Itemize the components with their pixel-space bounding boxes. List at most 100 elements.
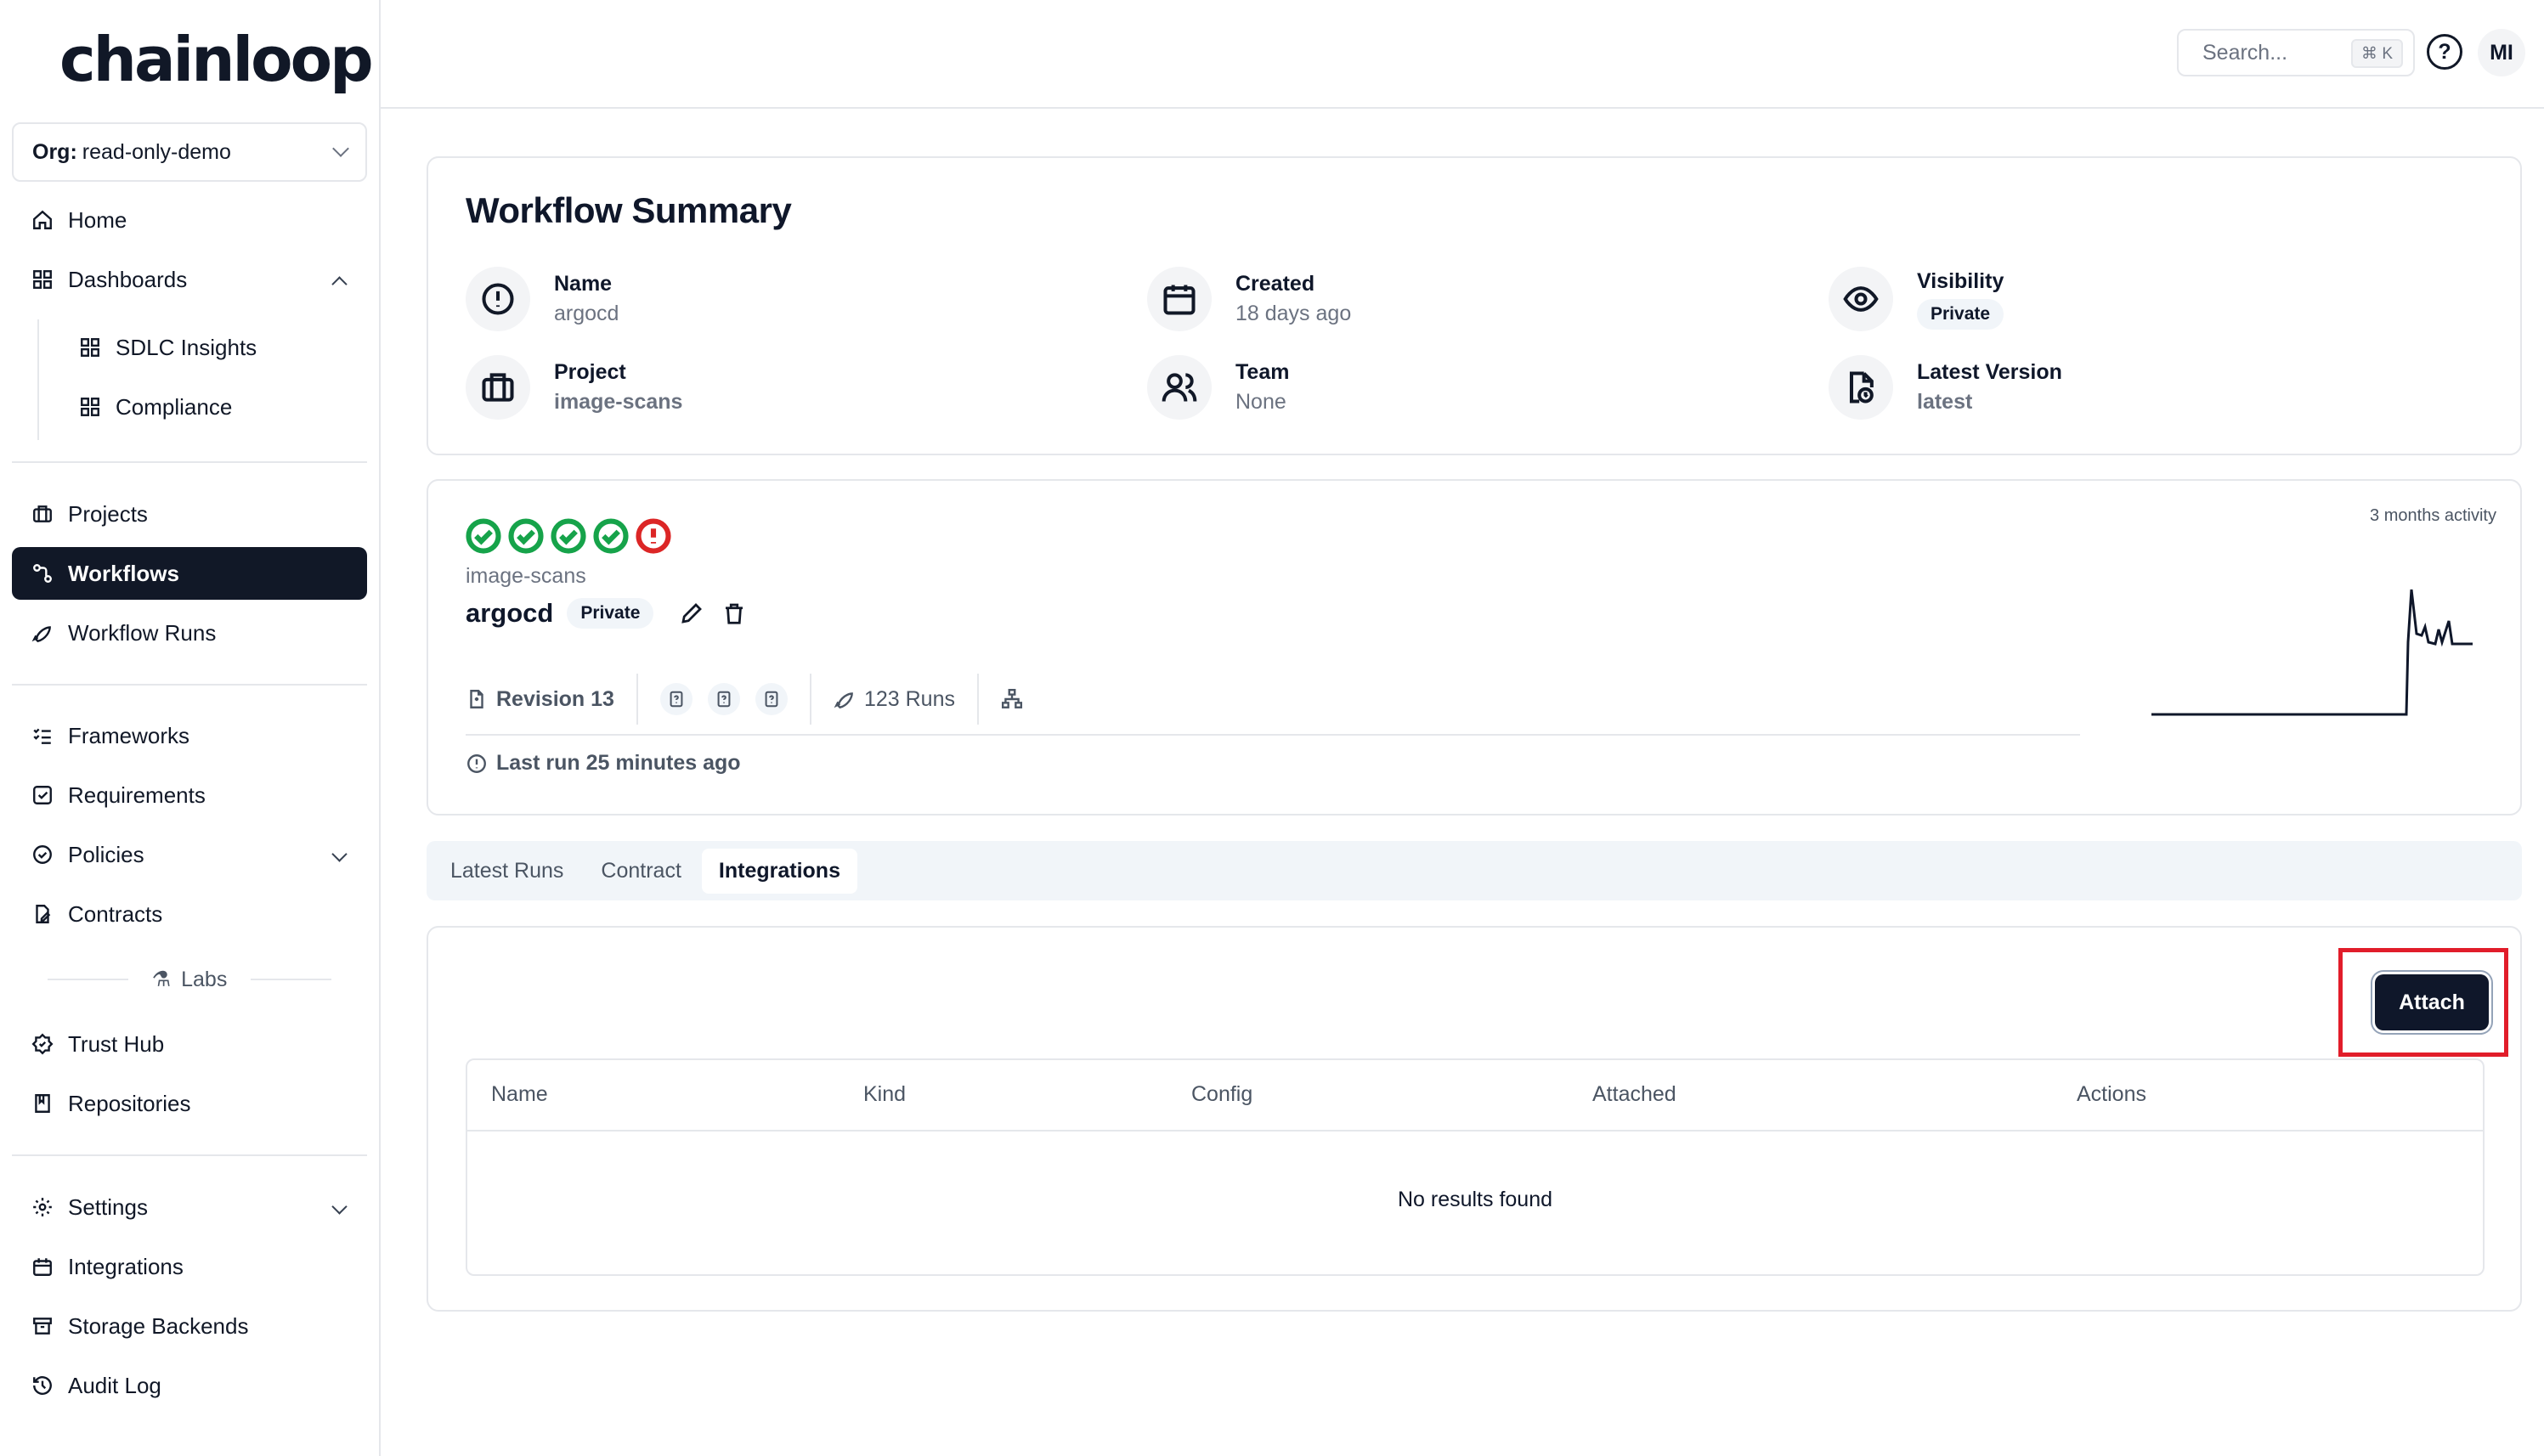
dashboard-icon bbox=[31, 268, 54, 291]
checkbox-icon bbox=[31, 783, 54, 807]
file-edit-icon bbox=[31, 902, 54, 926]
briefcase-icon bbox=[31, 502, 54, 526]
column-header-config: Config bbox=[1191, 1082, 1253, 1106]
search-input[interactable]: Search... ⌘ K bbox=[2177, 29, 2415, 76]
archive-icon bbox=[31, 1314, 54, 1338]
summary-latest-version: Latest Version latest bbox=[1829, 355, 2062, 420]
summary-visibility: Visibility Private bbox=[1829, 267, 2004, 331]
dashboard-icon bbox=[78, 395, 102, 419]
workflow-summary-card: Workflow Summary Name argocd Created 18 da… bbox=[427, 156, 2522, 455]
file-clock-icon bbox=[1829, 355, 1893, 420]
column-header-attached: Attached bbox=[1592, 1082, 1676, 1106]
org-label: Org: bbox=[32, 139, 77, 164]
tab-latest-runs[interactable]: Latest Runs bbox=[433, 849, 580, 894]
sidebar-item-settings[interactable]: Settings bbox=[12, 1181, 367, 1233]
summary-created: Created 18 days ago bbox=[1147, 267, 1351, 331]
table-header: Name Kind Config Attached Actions bbox=[467, 1060, 2483, 1132]
attach-button[interactable]: Attach bbox=[2375, 974, 2489, 1030]
revision-link[interactable]: Revision 13 bbox=[466, 674, 638, 725]
last-run-info: Last run 25 minutes ago bbox=[466, 751, 741, 776]
sidebar-item-audit-log[interactable]: Audit Log bbox=[12, 1359, 367, 1412]
edit-pencil-icon[interactable] bbox=[679, 601, 704, 626]
sidebar-item-frameworks[interactable]: Frameworks bbox=[12, 709, 367, 762]
run-status-list bbox=[466, 518, 671, 554]
clock-icon bbox=[467, 753, 486, 773]
chevron-down-icon bbox=[332, 140, 349, 157]
empty-state-text: No results found bbox=[1397, 1188, 1553, 1211]
calendar-icon bbox=[31, 1255, 54, 1278]
success-check-icon[interactable] bbox=[466, 518, 501, 554]
sidebar-item-workflows[interactable]: Workflows bbox=[12, 547, 367, 600]
summary-team: Team None bbox=[1147, 355, 1289, 420]
org-value: read-only-demo bbox=[82, 139, 231, 164]
sidebar-item-workflow-runs[interactable]: Workflow Runs bbox=[12, 607, 367, 659]
project-link[interactable]: image-scans bbox=[554, 390, 682, 415]
sidebar-item-home[interactable]: Home bbox=[12, 194, 367, 246]
badge-icon bbox=[31, 1032, 54, 1056]
chevron-up-icon bbox=[331, 276, 348, 292]
calendar-icon bbox=[1147, 267, 1212, 331]
success-check-icon[interactable] bbox=[551, 518, 586, 554]
org-selector[interactable]: Org: read-only-demo bbox=[12, 122, 367, 182]
sidebar-item-storage-backends[interactable]: Storage Backends bbox=[12, 1300, 367, 1352]
file-question-icon[interactable] bbox=[755, 683, 788, 715]
list-check-icon bbox=[31, 724, 54, 748]
help-icon[interactable]: ? bbox=[2427, 34, 2462, 70]
activity-sparkline bbox=[2151, 589, 2473, 716]
submenu-line bbox=[37, 319, 39, 440]
dashboard-icon bbox=[78, 336, 102, 359]
workflow-project: image-scans bbox=[466, 564, 586, 588]
workflow-icon bbox=[31, 562, 54, 585]
sidebar-divider bbox=[12, 684, 367, 686]
check-circle-icon bbox=[31, 843, 54, 866]
chevron-down-icon bbox=[331, 846, 348, 862]
file-question-icon[interactable] bbox=[707, 683, 740, 715]
column-header-actions: Actions bbox=[2077, 1082, 2146, 1106]
file-question-icon[interactable] bbox=[659, 683, 693, 715]
integrations-table: Name Kind Config Attached Actions No res… bbox=[466, 1058, 2485, 1276]
sidebar-item-trust-hub[interactable]: Trust Hub bbox=[12, 1018, 367, 1070]
gear-icon bbox=[31, 1195, 54, 1219]
rocket-icon bbox=[31, 621, 54, 645]
integrations-panel: Attach Name Kind Config Attached Actions… bbox=[427, 926, 2522, 1312]
sidebar-item-projects[interactable]: Projects bbox=[12, 488, 367, 540]
sidebar-item-compliance[interactable]: Compliance bbox=[59, 381, 367, 433]
user-avatar[interactable]: MI bbox=[2478, 29, 2525, 76]
sidebar-item-repositories[interactable]: Repositories bbox=[12, 1077, 367, 1130]
error-alert-icon[interactable] bbox=[636, 518, 671, 554]
sidebar-item-contracts[interactable]: Contracts bbox=[12, 888, 367, 940]
material-icons-group bbox=[659, 674, 811, 725]
sidebar-item-dashboards[interactable]: Dashboards bbox=[12, 253, 367, 306]
rocket-icon bbox=[834, 692, 853, 709]
workflow-meta-row: Revision 13 123 Runs bbox=[466, 674, 2080, 736]
workflow-tabs: Latest Runs Contract Integrations bbox=[427, 841, 2522, 900]
labs-section-label: ⚗ Labs bbox=[24, 965, 355, 994]
visibility-badge: Private bbox=[1917, 298, 2004, 330]
users-icon bbox=[1147, 355, 1212, 420]
version-link[interactable]: latest bbox=[1917, 390, 2062, 415]
eye-icon bbox=[1829, 267, 1893, 331]
tab-integrations[interactable]: Integrations bbox=[701, 848, 857, 894]
visibility-badge: Private bbox=[567, 598, 654, 629]
success-check-icon[interactable] bbox=[593, 518, 629, 554]
tab-contract[interactable]: Contract bbox=[584, 849, 698, 894]
chainloop-logo[interactable]: chainloop bbox=[59, 24, 374, 95]
runs-link[interactable]: 123 Runs bbox=[834, 674, 979, 725]
workflow-name: argocd bbox=[466, 598, 554, 628]
history-icon bbox=[31, 1374, 54, 1397]
flask-icon: ⚗ bbox=[151, 968, 172, 991]
book-icon bbox=[31, 1092, 54, 1115]
trash-icon[interactable] bbox=[721, 601, 747, 626]
summary-project: Project image-scans bbox=[466, 355, 682, 420]
sidebar-item-policies[interactable]: Policies bbox=[12, 828, 367, 881]
briefcase-icon bbox=[466, 355, 530, 420]
sidebar-item-sdlc-insights[interactable]: SDLC Insights bbox=[59, 321, 367, 374]
success-check-icon[interactable] bbox=[508, 518, 544, 554]
graph-link[interactable] bbox=[1001, 674, 1045, 725]
workflow-name-row: argocd Private bbox=[466, 598, 747, 629]
column-header-name: Name bbox=[491, 1082, 548, 1106]
page-title: Workflow Summary bbox=[466, 190, 792, 230]
chevron-down-icon bbox=[331, 1199, 348, 1215]
sidebar-item-integrations[interactable]: Integrations bbox=[12, 1240, 367, 1293]
sidebar-item-requirements[interactable]: Requirements bbox=[12, 769, 367, 821]
